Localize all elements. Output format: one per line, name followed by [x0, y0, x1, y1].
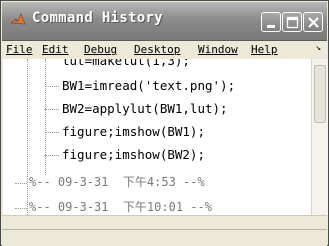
maximize-icon: [286, 16, 299, 29]
minimize-icon: [267, 25, 275, 28]
scrollbar-thumb[interactable]: [314, 65, 326, 123]
menu-bar: File Edit Debug Desktop Window Help ↘: [2, 41, 327, 59]
tree-branch: [45, 86, 59, 87]
tree-branch: [15, 183, 27, 184]
status-bar: [2, 229, 327, 246]
window-title: Command History: [32, 10, 163, 26]
history-command[interactable]: lut=makelut(1,3);: [62, 59, 190, 68]
undock-arrow-icon[interactable]: ↘: [316, 43, 321, 53]
menu-edit[interactable]: Edit: [42, 43, 69, 56]
history-list[interactable]: lut=makelut(1,3); BW1=imread('text.png')…: [3, 59, 311, 215]
menu-debug[interactable]: Debug: [84, 43, 117, 56]
menu-file[interactable]: File: [6, 43, 33, 56]
horizontal-scroll-area: [2, 215, 327, 230]
maximize-button[interactable]: [282, 12, 302, 32]
history-command[interactable]: BW1=imread('text.png');: [62, 78, 235, 93]
menu-window[interactable]: Window: [198, 43, 238, 56]
tree-branch: [45, 132, 59, 133]
tree-branch: [45, 109, 59, 110]
tree-branch: [15, 208, 27, 209]
menu-desktop[interactable]: Desktop: [134, 43, 180, 56]
title-bar[interactable]: Command History: [2, 2, 327, 41]
tree-branch: [45, 155, 59, 156]
history-command[interactable]: figure;imshow(BW2);: [62, 147, 205, 162]
session-separator[interactable]: %-- 09-3-31 下午10:01 --%: [29, 200, 212, 215]
command-history-window: Command History File Edit Debug Desktop …: [0, 0, 329, 246]
close-icon: [308, 17, 319, 28]
matlab-logo-icon: [10, 12, 26, 28]
tree-line: [27, 59, 28, 215]
tree-line: [45, 59, 46, 175]
minimize-button[interactable]: [261, 12, 281, 32]
session-separator[interactable]: %-- 09-3-31 下午4:53 --%: [29, 175, 205, 190]
close-button[interactable]: [303, 12, 323, 32]
history-command[interactable]: BW2=applylut(BW1,lut);: [62, 101, 228, 116]
menu-help[interactable]: Help: [251, 43, 278, 56]
vertical-scrollbar[interactable]: [311, 59, 328, 215]
history-command[interactable]: figure;imshow(BW1);: [62, 124, 205, 139]
